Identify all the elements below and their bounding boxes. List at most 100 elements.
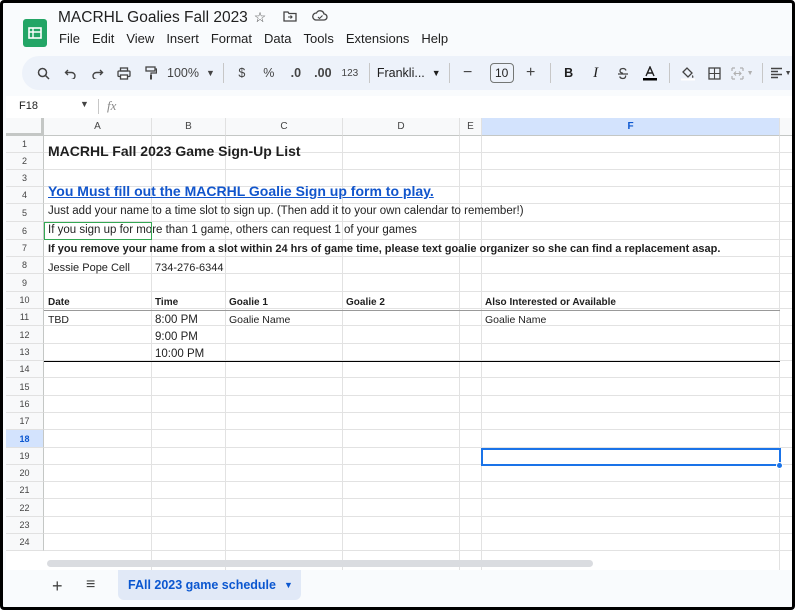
row-header-8[interactable]: 8 [6,257,44,274]
strikethrough-icon[interactable] [612,61,634,85]
zoom-select[interactable]: 100% ▼ [167,61,215,85]
cell-b12-time[interactable]: 10:00 PM [155,348,204,361]
fill-color-icon[interactable] [677,61,699,85]
cell-a10-date[interactable]: TBD [48,315,69,326]
move-folder-icon[interactable] [281,9,299,26]
row-header-16[interactable]: 16 [6,396,44,413]
menu-tools[interactable]: Tools [303,31,333,46]
row-header-17[interactable]: 17 [6,413,44,430]
row-header-23[interactable]: 23 [6,517,44,534]
row-header-12[interactable]: 12 [6,326,44,344]
cloud-status-icon[interactable] [311,9,329,26]
merge-cells-icon[interactable]: ▼ [731,61,754,85]
column-header-b[interactable]: B [152,118,226,136]
column-header-a[interactable]: A [44,118,152,136]
row-header-4[interactable]: 4 [6,187,44,204]
row-header-15[interactable]: 15 [6,378,44,396]
text-color-icon[interactable] [639,61,661,85]
menu-insert[interactable]: Insert [166,31,199,46]
menu-extensions[interactable]: Extensions [346,31,410,46]
increase-decimal-button[interactable]: .00 [312,61,334,85]
menu-view[interactable]: View [126,31,154,46]
redo-icon[interactable] [86,61,108,85]
select-all-corner[interactable] [6,118,44,136]
sheets-logo-icon[interactable] [23,19,47,47]
font-size-input[interactable]: 10 [489,63,514,83]
decrease-decimal-button[interactable]: .0 [285,61,307,85]
gridline [481,136,482,570]
search-menus-icon[interactable] [32,61,54,85]
menu-format[interactable]: Format [211,31,252,46]
row-header-1[interactable]: 1 [6,136,44,153]
header-time[interactable]: Time [155,298,178,308]
row-header-2[interactable]: 2 [6,153,44,170]
all-sheets-menu-icon[interactable]: ≡ [86,576,95,594]
row-header-18[interactable]: 18 [6,430,44,448]
column-header-d[interactable]: D [343,118,460,136]
menu-file[interactable]: File [59,31,80,46]
undo-icon[interactable] [59,61,81,85]
cell-b10-time[interactable]: 8:00 PM [155,314,198,327]
chevron-down-icon[interactable]: ▼ [284,580,293,590]
row-header-9[interactable]: 9 [6,274,44,292]
chevron-down-icon[interactable]: ▼ [80,99,89,109]
horizontal-scrollbar[interactable] [47,560,593,567]
format-percent-button[interactable]: % [258,61,280,85]
row-header-14[interactable]: 14 [6,361,44,378]
name-box[interactable]: F18 [19,100,38,112]
star-icon[interactable]: ☆ [251,9,269,26]
cell-f10-goalie[interactable]: Goalie Name [485,315,546,326]
number-format-button[interactable]: 123 [339,61,361,85]
row-header-19[interactable]: 19 [6,448,44,465]
row-header-11[interactable]: 11 [6,309,44,326]
paint-format-icon[interactable] [140,61,162,85]
row-header-13[interactable]: 13 [6,344,44,361]
signup-form-link[interactable]: You Must fill out the MACRHL Goalie Sign… [48,184,434,198]
fill-handle[interactable] [776,462,783,469]
italic-button[interactable]: I [585,61,607,85]
column-header-e[interactable]: E [460,118,482,136]
menu-edit[interactable]: Edit [92,31,114,46]
active-cell-f18[interactable] [481,448,781,466]
font-family-select[interactable]: Frankli... ▼ [377,61,441,85]
row-header-22[interactable]: 22 [6,499,44,517]
header-goalie-1[interactable]: Goalie 1 [229,298,268,308]
column-header-c[interactable]: C [226,118,343,136]
cell-a7-contact-label[interactable]: Jessie Pope Cell [48,263,130,274]
row-header-10[interactable]: 10 [6,292,44,309]
row-header-7[interactable]: 7 [6,240,44,257]
header-also-interested[interactable]: Also Interested or Available [485,298,616,308]
zoom-value: 100% [167,66,199,80]
cell-b7-phone[interactable]: 734-276-6344 [155,263,224,274]
row-header-20[interactable]: 20 [6,465,44,482]
add-sheet-icon[interactable]: + [52,576,63,597]
menu-help[interactable]: Help [421,31,448,46]
gridline [44,169,792,170]
cell-a6-warning[interactable]: If you remove your name from a slot with… [48,244,720,255]
increase-font-size-button[interactable]: + [520,61,542,85]
cell-b11-time[interactable]: 9:00 PM [155,331,198,344]
horizontal-align-icon[interactable]: ▼ [770,61,792,85]
sheet-tab-active[interactable]: FAll 2023 game schedule ▼ [118,570,301,600]
format-currency-button[interactable]: $ [231,61,253,85]
menu-data[interactable]: Data [264,31,291,46]
cell-a4-instructions[interactable]: Just add your name to a time slot to sig… [48,205,524,218]
decrease-font-size-button[interactable]: − [457,61,479,85]
row-header-5[interactable]: 5 [6,204,44,222]
cell-a1-title[interactable]: MACRHL Fall 2023 Game Sign-Up List [48,144,301,158]
print-icon[interactable] [113,61,135,85]
row-header-21[interactable]: 21 [6,482,44,499]
column-header-f[interactable]: F [482,118,780,136]
header-date[interactable]: Date [48,298,70,308]
row-header-3[interactable]: 3 [6,170,44,187]
sheet-tabs-bar: + ≡ FAll 2023 game schedule ▼ [6,570,792,607]
document-title[interactable]: MACRHL Goalies Fall 2023 [58,9,248,27]
borders-icon[interactable] [704,61,726,85]
row-header-24[interactable]: 24 [6,534,44,551]
bold-button[interactable]: B [558,61,580,85]
row-header-6[interactable]: 6 [6,222,44,240]
toolbar-divider [448,63,450,83]
sheet-grid[interactable]: A B C D E F 1 2 3 4 5 6 7 8 9 10 11 12 13 14 15 16 17 18 1… [6,118,792,570]
cell-c10-goalie[interactable]: Goalie Name [229,315,290,326]
header-goalie-2[interactable]: Goalie 2 [346,298,385,308]
